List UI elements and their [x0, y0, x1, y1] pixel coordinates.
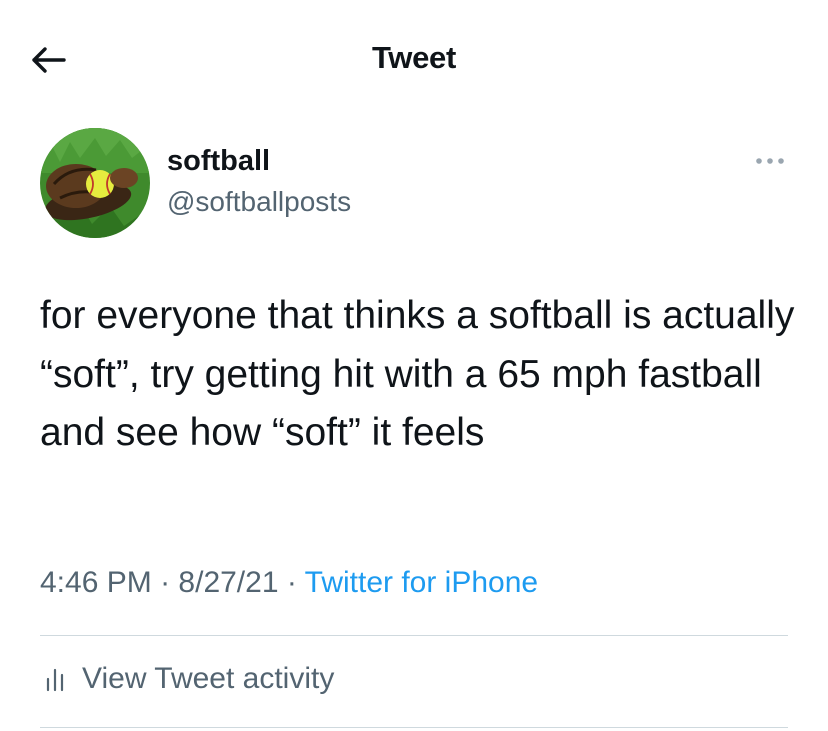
meta-separator: · [286, 566, 297, 599]
more-options-button[interactable] [750, 148, 790, 174]
display-name[interactable]: softball [167, 145, 270, 178]
tweet-source-link[interactable]: Twitter for iPhone [305, 566, 538, 599]
view-tweet-activity-button[interactable]: View Tweet activity [40, 657, 334, 701]
view-tweet-activity-label: View Tweet activity [82, 662, 335, 695]
meta-separator: · [160, 566, 171, 599]
analytics-icon [46, 668, 64, 692]
more-horizontal-icon [756, 158, 784, 164]
divider [40, 635, 788, 636]
tweet-time[interactable]: 4:46 PM [40, 566, 152, 599]
tweet-text: for everyone that thinks a softball is a… [40, 294, 795, 454]
user-handle[interactable]: @softballposts [167, 186, 351, 218]
tweet-meta: 4:46 PM · 8/27/21 · Twitter for iPhone [40, 566, 538, 600]
avatar[interactable] [40, 128, 150, 238]
top-bar: Tweet [0, 0, 828, 120]
tweet-date[interactable]: 8/27/21 [178, 566, 278, 599]
divider [40, 727, 788, 728]
page-title: Tweet [371, 40, 457, 75]
